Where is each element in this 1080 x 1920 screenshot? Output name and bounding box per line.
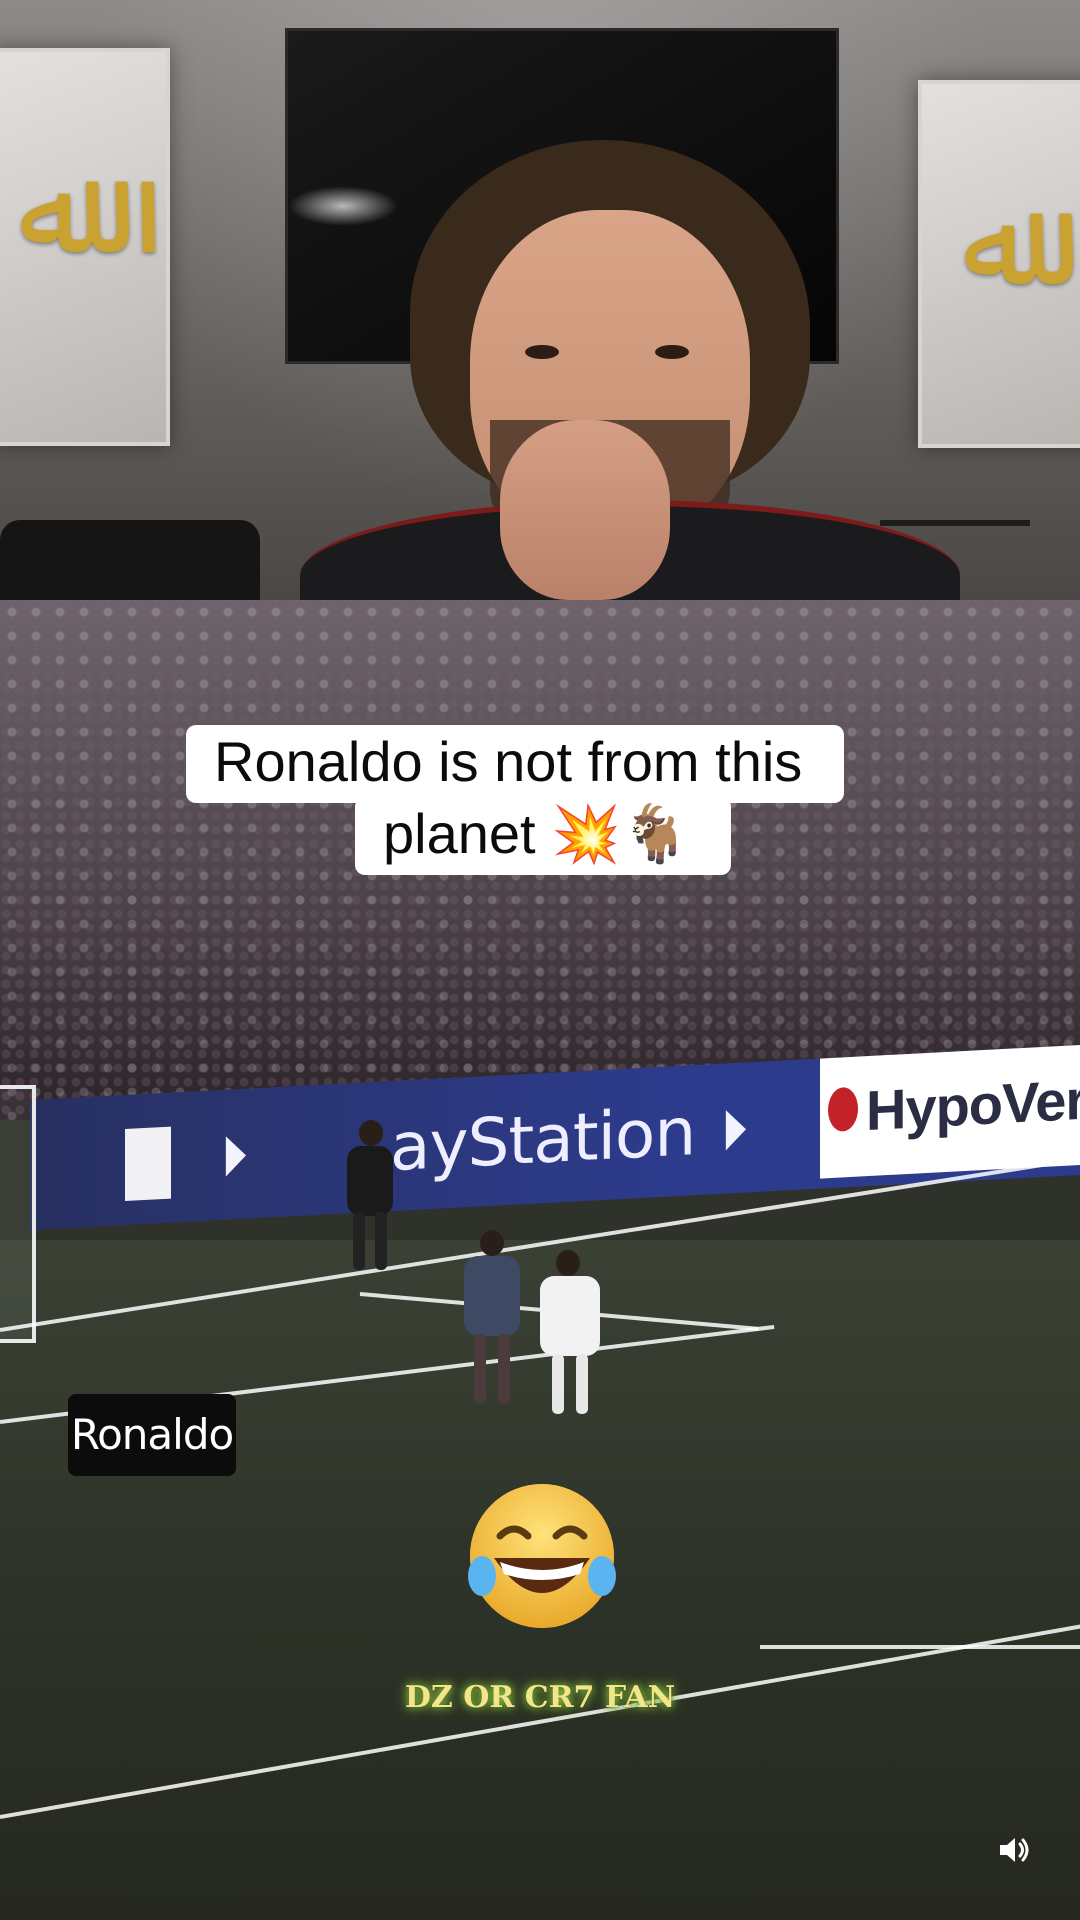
calligraphy-left: ﷲ — [18, 142, 89, 281]
person-eye-left — [525, 345, 559, 359]
playstation-logo-icon: ⏵ — [220, 1123, 248, 1191]
board-text: ayStation — [390, 1093, 696, 1187]
wall-art-left: ﷲ — [0, 48, 170, 446]
caption-line-2: planet 💥🐐 — [355, 797, 731, 875]
champions-league-badge — [125, 1126, 171, 1202]
pitch-line-right — [760, 1645, 1080, 1649]
player-name-tag: Ronaldo — [68, 1394, 236, 1476]
playstation-logo-icon-2: ⏵ — [720, 1097, 748, 1164]
sofa — [0, 520, 260, 600]
reaction-video-frame: ﷲ ﷲ — [0, 0, 1080, 600]
sponsor-logo-icon — [828, 1086, 858, 1133]
sponsor-text: HypoVerein — [866, 1063, 1080, 1143]
person-hand — [500, 420, 670, 600]
person-eye-right — [655, 345, 689, 359]
calligraphy-right: ﷲ — [962, 174, 1033, 313]
laughing-emoji-icon — [468, 1484, 616, 1628]
speaker-icon[interactable] — [996, 1832, 1032, 1868]
goalpost — [0, 1085, 36, 1343]
caption-line-1: Ronaldo is not from this — [186, 725, 844, 803]
sponsor-board: HypoVerein — [820, 1044, 1080, 1179]
watermark-text: DZ OR CR7 FAN — [404, 1680, 676, 1715]
reacting-person — [300, 120, 960, 600]
